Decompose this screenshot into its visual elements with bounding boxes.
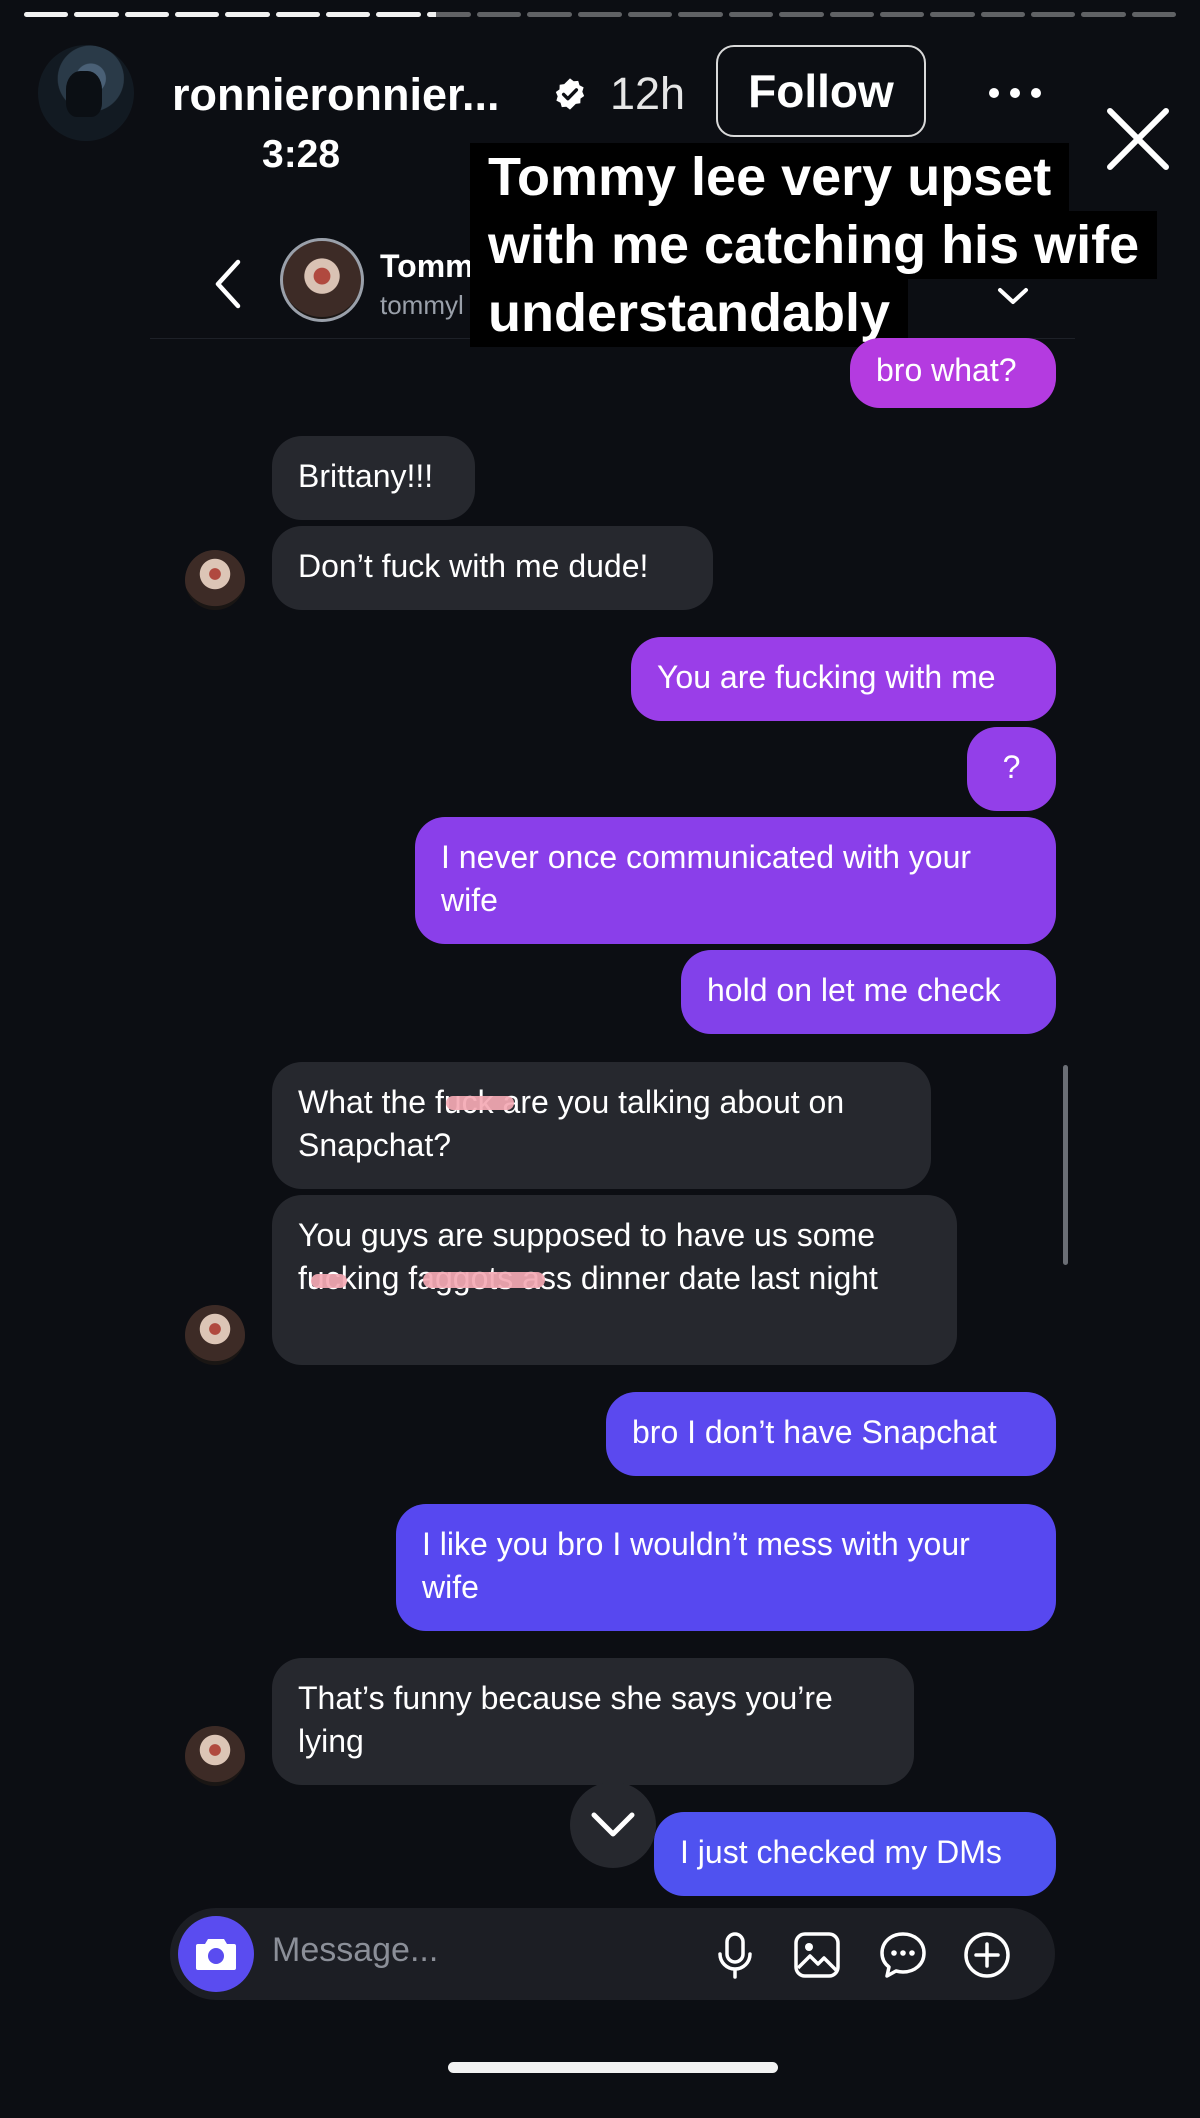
story-progress-bar: [24, 12, 1176, 17]
camera-button[interactable]: [178, 1916, 254, 1992]
redaction-mark: [311, 1274, 347, 1288]
sticker-icon[interactable]: [878, 1930, 928, 1980]
message-bubble-incoming: What the fuck are you talking about on S…: [272, 1062, 931, 1189]
contact-avatar: [185, 550, 245, 610]
progress-segment: [225, 12, 270, 17]
progress-segment: [779, 12, 824, 17]
follow-button[interactable]: Follow: [716, 45, 926, 137]
sticker-line: with me catching his wife: [470, 211, 1158, 279]
message-bubble-incoming: That’s funny because she says you’re lyi…: [272, 1658, 914, 1785]
progress-segment: [124, 12, 170, 17]
microphone-icon[interactable]: [710, 1930, 760, 1980]
message-input[interactable]: Message...: [272, 1931, 438, 1970]
contact-avatar: [185, 1305, 245, 1365]
home-indicator[interactable]: [448, 2062, 778, 2073]
sticker-line: understandably: [470, 279, 909, 347]
story-age: 12h: [610, 68, 686, 119]
message-bubble-incoming: Don’t fuck with me dude!: [272, 526, 713, 610]
progress-segment: [175, 12, 220, 17]
progress-segment: [1030, 12, 1076, 17]
progress-segment: [980, 12, 1025, 17]
story-text-sticker: Tommy lee very upset with me catching hi…: [470, 143, 1190, 347]
contact-name[interactable]: Tomm: [380, 248, 474, 285]
message-bubble-outgoing: bro I don’t have Snapchat: [606, 1392, 1056, 1476]
contact-handle: tommyl: [380, 290, 464, 320]
progress-segment: [879, 12, 925, 17]
progress-segment: [829, 12, 874, 17]
story-username[interactable]: ronnieronnier...: [172, 69, 500, 121]
back-chevron-icon[interactable]: [212, 258, 242, 310]
story-header: ronnieronnier... 12h Follow: [0, 45, 1200, 170]
message-composer[interactable]: Message...: [170, 1908, 1055, 2000]
contact-avatar: [185, 1726, 245, 1786]
screenshot-status-time: 3:28: [262, 133, 341, 176]
progress-segment: [930, 12, 975, 17]
progress-segment: [477, 12, 522, 17]
gallery-icon[interactable]: [792, 1930, 842, 1980]
message-bubble-outgoing: ?: [967, 727, 1056, 811]
progress-segment: [678, 12, 723, 17]
redaction-mark: [423, 1272, 545, 1288]
story-author-avatar[interactable]: [38, 45, 134, 141]
redaction-mark: [446, 1096, 514, 1110]
message-bubble-outgoing: bro what?: [850, 338, 1056, 408]
message-bubble-outgoing: I like you bro I wouldn’t mess with your…: [396, 1504, 1056, 1631]
progress-segment: [326, 12, 371, 17]
message-bubble-outgoing: I just checked my DMs: [654, 1812, 1056, 1896]
chevron-down-icon: [591, 1812, 635, 1837]
message-bubble-incoming: You guys are supposed to have us some fu…: [272, 1195, 957, 1365]
contact-avatar[interactable]: [280, 238, 364, 322]
progress-segment: [1081, 12, 1126, 17]
message-bubble-outgoing: hold on let me check: [681, 950, 1056, 1034]
scrollbar[interactable]: [1063, 1065, 1068, 1265]
progress-segment: [577, 12, 623, 17]
plus-icon[interactable]: [962, 1930, 1012, 1980]
message-bubble-incoming: Brittany!!!: [272, 436, 475, 520]
message-bubble-outgoing: You are fucking with me: [631, 637, 1056, 721]
message-bubble-outgoing: I never once communicated with your wife: [415, 817, 1056, 944]
progress-segment: [376, 12, 421, 17]
progress-segment: [426, 12, 472, 17]
progress-segment: [628, 12, 673, 17]
more-icon[interactable]: [988, 87, 1042, 99]
progress-segment: [275, 12, 321, 17]
progress-segment: [24, 12, 69, 17]
progress-segment: [1131, 12, 1176, 17]
scroll-to-bottom-button[interactable]: [570, 1782, 656, 1868]
progress-segment: [74, 12, 119, 17]
verified-badge-icon: [555, 78, 585, 110]
sticker-line: Tommy lee very upset: [470, 143, 1070, 211]
progress-segment: [527, 12, 572, 17]
camera-icon: [196, 1939, 236, 1970]
progress-segment: [728, 12, 774, 17]
